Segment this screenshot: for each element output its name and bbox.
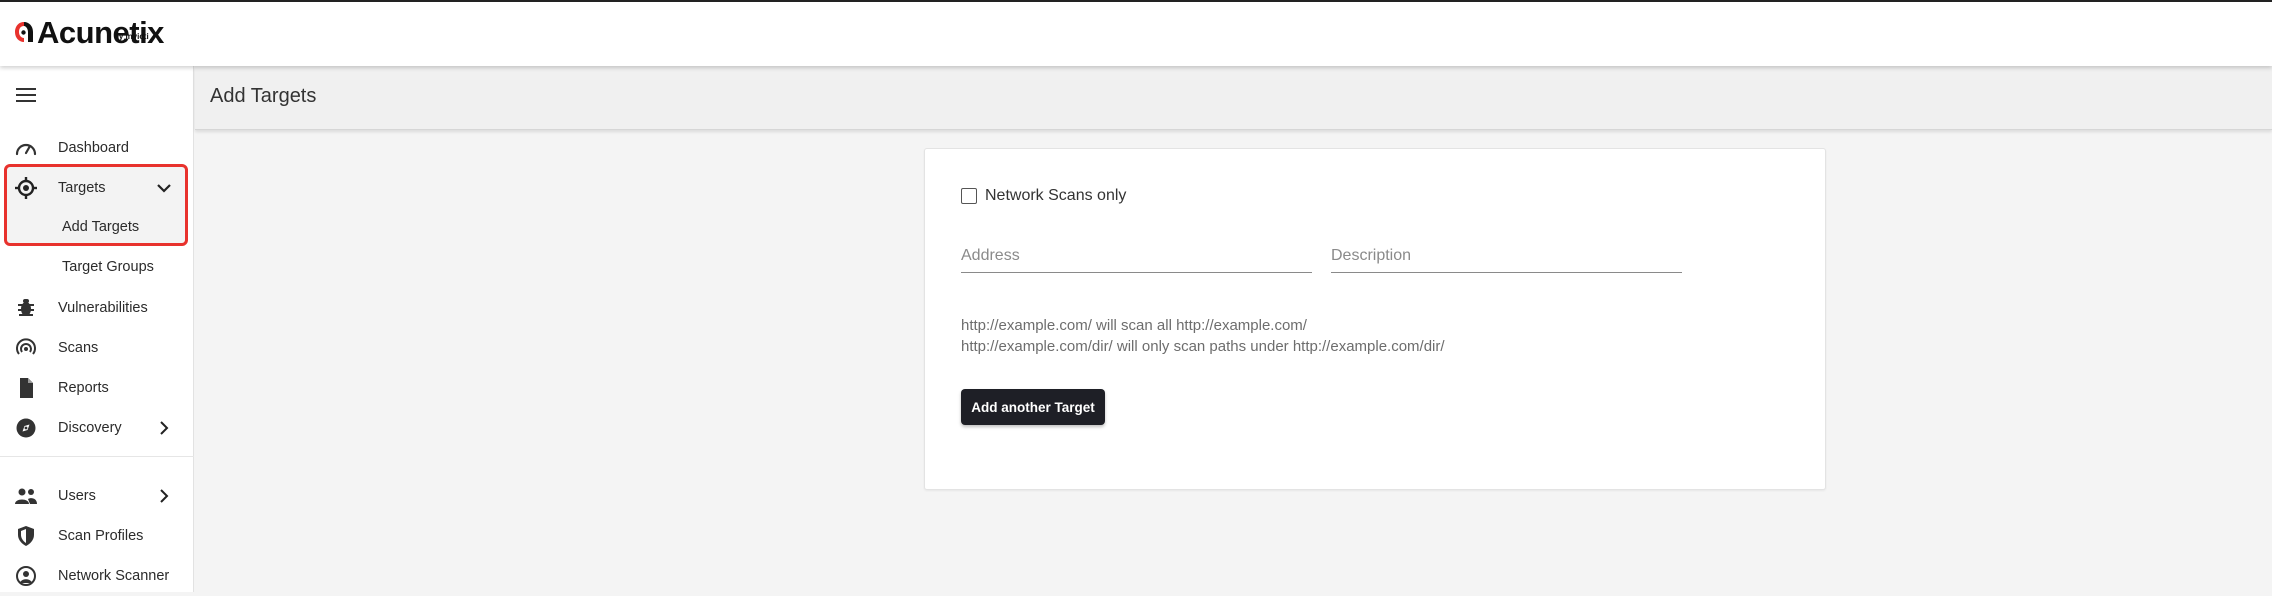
sidebar-item-dashboard[interactable]: Dashboard — [0, 128, 194, 168]
sidebar-item-add-targets[interactable]: Add Targets — [0, 208, 194, 248]
compass-icon — [16, 418, 36, 438]
description-input[interactable] — [1331, 241, 1682, 267]
top-bar: Acunetix by Invicti — [0, 0, 2272, 66]
sidebar-item-label: Target Groups — [62, 259, 154, 275]
hamburger-menu-icon[interactable] — [16, 88, 36, 104]
page-header: Add Targets — [195, 66, 2272, 130]
bug-icon — [18, 299, 34, 316]
sidebar-item-label: Network Scanner — [58, 568, 170, 584]
sidebar-item-label: Dashboard — [58, 140, 129, 156]
dashboard-gauge-icon — [15, 143, 37, 156]
sidebar-item-scan-profiles[interactable]: Scan Profiles — [0, 516, 194, 556]
shield-icon — [18, 526, 34, 546]
brand-by-invicti: by Invicti — [114, 32, 149, 41]
chevron-right-icon[interactable] — [156, 488, 172, 504]
page-title: Add Targets — [210, 85, 317, 107]
sidebar: Dashboard Targets Add Targets Target Gro… — [0, 66, 194, 592]
add-targets-card: Network Scans only http://example.com/ w… — [924, 148, 1826, 490]
network-scans-only-checkbox[interactable] — [961, 188, 977, 204]
sidebar-item-target-groups[interactable]: Target Groups — [0, 248, 194, 288]
sidebar-item-discovery[interactable]: Discovery — [0, 408, 194, 448]
sidebar-item-reports[interactable]: Reports — [0, 368, 194, 408]
description-field[interactable] — [1331, 241, 1682, 273]
sidebar-item-label: Vulnerabilities — [58, 300, 148, 316]
address-input[interactable] — [961, 241, 1312, 267]
hint-line-1: http://example.com/ will scan all http:/… — [961, 317, 1307, 334]
sidebar-item-users[interactable]: Users — [0, 476, 194, 516]
network-scans-only-label[interactable]: Network Scans only — [985, 187, 1126, 205]
sidebar-item-label: Targets — [58, 180, 106, 196]
sidebar-item-label: Add Targets — [62, 219, 140, 235]
chevron-right-icon[interactable] — [156, 420, 172, 436]
sidebar-item-label: Reports — [58, 380, 109, 396]
sidebar-item-label: Discovery — [58, 420, 122, 436]
target-crosshair-icon — [15, 177, 37, 199]
hint-line-2: http://example.com/dir/ will only scan p… — [961, 338, 1445, 355]
sidebar-item-label: Scan Profiles — [58, 528, 144, 544]
radar-icon — [16, 338, 36, 355]
add-another-target-button[interactable]: Add another Target — [961, 389, 1105, 425]
sidebar-item-targets[interactable]: Targets — [0, 168, 194, 208]
sidebar-divider — [0, 456, 194, 457]
sidebar-item-label: Users — [58, 488, 96, 504]
document-icon — [20, 378, 33, 398]
sidebar-item-label: Scans — [58, 340, 99, 356]
network-scanner-icon — [16, 566, 36, 586]
chevron-down-icon[interactable] — [156, 180, 172, 196]
sidebar-item-vulnerabilities[interactable]: Vulnerabilities — [0, 288, 194, 328]
sidebar-item-network-scanner[interactable]: Network Scanner — [0, 556, 194, 596]
sidebar-item-scans[interactable]: Scans — [0, 328, 194, 368]
address-field[interactable] — [961, 241, 1312, 273]
acunetix-logo-icon — [15, 22, 33, 42]
users-icon — [15, 488, 37, 504]
